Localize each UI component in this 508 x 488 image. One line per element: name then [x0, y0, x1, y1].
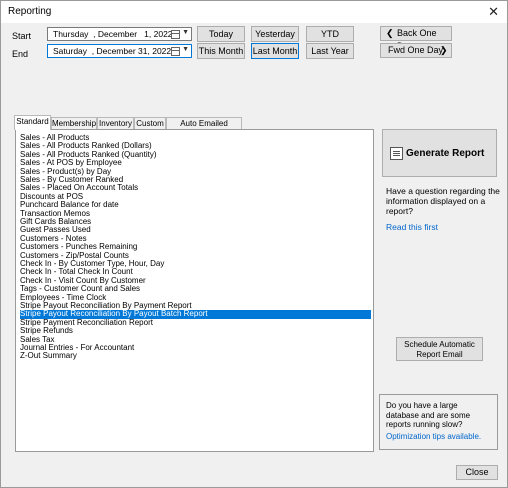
- reporting-window: Reporting ✕ Start Thursday , December 1,…: [0, 0, 508, 488]
- optimization-tips-link[interactable]: Optimization tips available.: [386, 432, 491, 442]
- end-date-value: Saturday , December 31, 2022: [53, 46, 172, 56]
- schedule-label-line1: Schedule Automatic: [404, 340, 475, 349]
- help-panel: Have a question regarding the informatio…: [386, 186, 501, 232]
- chevron-down-icon[interactable]: ▼: [182, 46, 189, 53]
- read-this-first-link[interactable]: Read this first: [386, 222, 501, 232]
- chevron-down-icon[interactable]: ▼: [182, 29, 189, 36]
- fwd-one-day-button[interactable]: Fwd One Day ❯: [380, 43, 452, 58]
- generate-report-button[interactable]: Generate Report: [382, 129, 497, 177]
- start-label: Start: [12, 31, 32, 41]
- end-date-picker[interactable]: Saturday , December 31, 2022 ▼: [47, 44, 192, 58]
- last-month-button[interactable]: Last Month: [251, 43, 299, 59]
- last-year-button[interactable]: Last Year: [306, 43, 354, 59]
- close-button[interactable]: Close: [456, 465, 498, 480]
- optimization-text: Do you have a large database and are som…: [386, 401, 471, 429]
- schedule-label-line2: Report Email: [416, 350, 463, 359]
- start-date-picker[interactable]: Thursday , December 1, 2022 ▼: [47, 27, 192, 41]
- title-bar: Reporting ✕: [1, 1, 507, 23]
- chevron-right-icon: ❯: [440, 45, 448, 55]
- fwd-one-day-label: Fwd One Day: [388, 45, 444, 55]
- report-list[interactable]: Sales - All Products Sales - All Products…: [15, 129, 374, 452]
- tab-standard[interactable]: Standard: [14, 115, 51, 130]
- window-title: Reporting: [8, 6, 52, 17]
- today-button[interactable]: Today: [197, 26, 245, 42]
- optimization-panel: Do you have a large database and are som…: [379, 394, 498, 450]
- start-date-value: Thursday , December 1, 2022: [53, 29, 173, 39]
- ytd-button[interactable]: YTD: [306, 26, 354, 42]
- yesterday-button[interactable]: Yesterday: [251, 26, 299, 42]
- generate-report-label: Generate Report: [406, 148, 485, 159]
- back-one-day-button[interactable]: ❮ Back One Day: [380, 26, 452, 51]
- calendar-icon[interactable]: [171, 30, 180, 39]
- chevron-left-icon: ❮: [386, 28, 394, 38]
- report-icon: [390, 147, 403, 160]
- report-list-item[interactable]: Z-Out Summary: [20, 352, 77, 361]
- calendar-icon[interactable]: [171, 47, 180, 56]
- end-label: End: [12, 49, 29, 59]
- schedule-report-email-button[interactable]: Schedule Automatic Report Email: [396, 337, 483, 361]
- help-question: Have a question regarding the informatio…: [386, 186, 500, 216]
- this-month-button[interactable]: This Month: [197, 43, 245, 59]
- close-icon[interactable]: ✕: [488, 4, 499, 20]
